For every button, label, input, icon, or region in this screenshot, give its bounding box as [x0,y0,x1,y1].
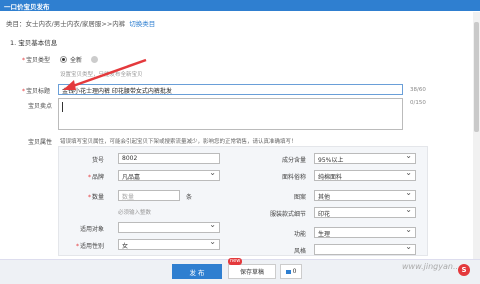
draft-count-button[interactable]: 0 [280,264,302,279]
quantity-label-text: 数量 [91,194,104,201]
category-breadcrumb: 类目：女士内衣/男士内衣/家居服>>内裤 切换类目 [6,18,155,28]
target-label: 适用对象 [79,226,104,233]
gender-label: *适用性别 [75,243,104,250]
watermark-logo-icon: S [458,264,470,276]
detail-select[interactable]: 印花 [314,207,416,218]
style-label: 风格 [293,248,306,255]
style-select[interactable] [314,244,416,255]
attributes-label: 宝贝属性 [28,139,53,146]
composition-select[interactable]: 95%以上 [314,153,416,164]
change-category-link[interactable]: 切换类目 [129,20,155,28]
quantity-input[interactable]: 数量 [118,190,180,201]
fabric-select[interactable]: 纯棉面料 [314,170,416,181]
drafts-icon [285,269,291,274]
category-label: 类目： [6,20,26,28]
item-title-label-text: 宝贝标题 [26,88,51,95]
watermark-text: www.jingyan... [402,262,461,271]
quantity-unit: 条 [186,194,193,201]
pattern-select[interactable]: 其他 [314,190,416,201]
category-path: 女士内衣/男士内衣/家居服>>内裤 [25,20,126,28]
quantity-label: *数量 [87,194,104,201]
item-no-input[interactable]: 8002 [118,153,220,164]
annotation-arrow-icon [63,58,147,90]
item-type-label-text: 宝贝类型 [26,57,51,64]
brand-label-text: 品牌 [91,174,104,181]
fabric-label: 面料俗称 [281,174,306,181]
draft-count: 0 [292,268,297,275]
publish-button[interactable]: 发 布 [172,264,222,279]
function-label: 功能 [293,231,306,238]
quantity-hint: 必须输入整数 [118,210,152,216]
item-no-label: 货号 [91,157,104,164]
scrollbar[interactable] [473,12,480,260]
window-title: 一口价宝贝发布 [4,3,50,11]
required-mark: * [22,88,25,95]
item-title-label: *宝贝标题 [22,86,50,95]
brand-label: *品牌 [87,174,104,181]
title-bar: 一口价宝贝发布 [0,0,480,11]
brand-select[interactable]: 凡品嘉 [118,170,220,181]
item-type-label: *宝贝类型 [22,55,50,64]
new-badge: new [228,258,243,265]
function-select[interactable]: 生理 [314,227,416,238]
desc-counter: 0/150 [410,100,426,106]
pattern-label: 图案 [293,194,306,201]
item-desc-textarea[interactable] [58,98,403,130]
save-draft-button[interactable]: 保存草稿 [228,264,276,279]
attributes-notice: 错误填写宝贝属性，可能会引起宝贝下架或搜索流量减少，影响您的正常销售，请认真准确… [60,139,297,145]
section-title: 1. 宝贝基本信息 [10,39,58,47]
text-caret [62,102,63,112]
title-counter: 38/60 [410,87,426,93]
gender-select[interactable]: 女 [118,239,220,250]
target-select[interactable] [118,222,220,233]
gender-label-text: 适用性别 [79,243,104,250]
detail-label: 服装款式细节 [269,211,306,218]
scrollbar-thumb[interactable] [474,22,479,132]
composition-label: 成分含量 [281,157,306,164]
required-mark: * [22,57,25,64]
item-desc-label: 宝贝卖点 [28,103,53,110]
